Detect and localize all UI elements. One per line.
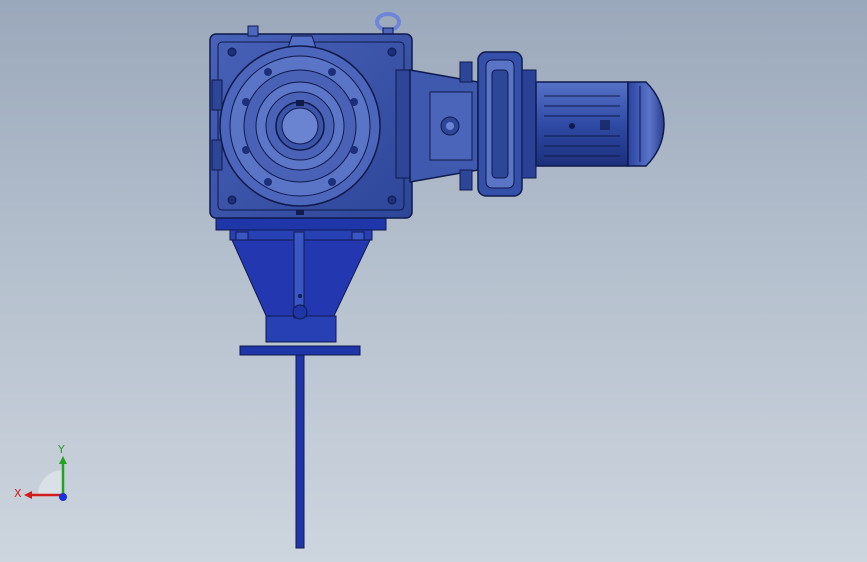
y-axis-arrowhead xyxy=(59,456,67,464)
triad-graphic: X Y xyxy=(14,443,67,501)
coordinate-triad: X Y xyxy=(10,440,80,510)
z-axis-indicator xyxy=(59,493,67,501)
mounting-stand[interactable] xyxy=(215,217,387,343)
brake-disc[interactable] xyxy=(477,51,537,197)
base-plate[interactable] xyxy=(239,345,361,356)
graphics-viewport[interactable]: X Y xyxy=(0,0,867,562)
x-axis-label: X xyxy=(14,487,22,500)
drive-rod[interactable] xyxy=(295,353,305,549)
motor-body[interactable] xyxy=(535,81,629,167)
x-axis-arrowhead xyxy=(24,491,32,499)
y-axis-label: Y xyxy=(57,443,65,456)
gear-motor-model[interactable] xyxy=(0,0,867,562)
motor-fan-cover[interactable] xyxy=(627,81,665,167)
input-adapter[interactable] xyxy=(409,61,479,191)
